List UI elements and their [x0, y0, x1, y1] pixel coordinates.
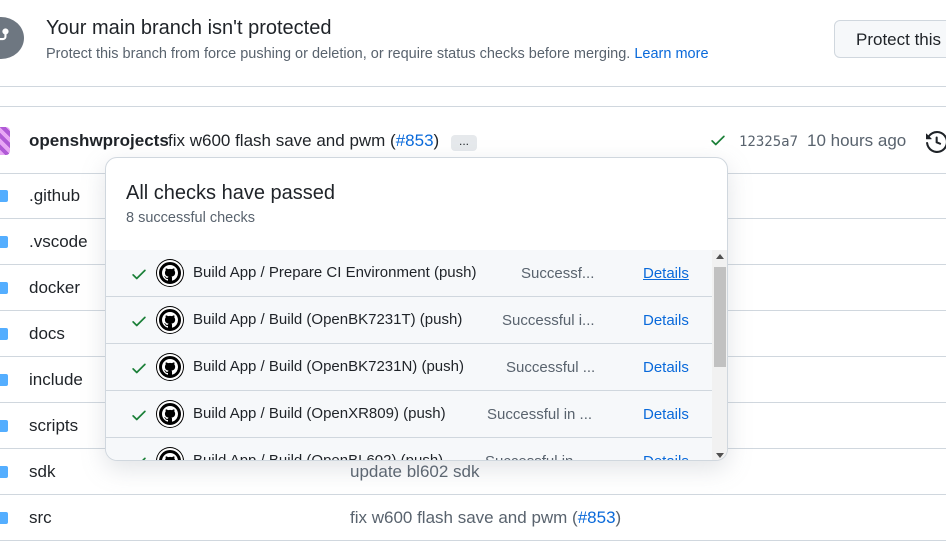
file-name[interactable]: .github [29, 186, 80, 206]
check-name: Build App / Prepare CI Environment (push… [193, 264, 477, 281]
github-logo-icon [157, 448, 183, 460]
checks-subtitle: 8 successful checks [126, 210, 255, 226]
folder-icon [0, 190, 8, 202]
check-icon[interactable] [709, 131, 727, 154]
check-row: Build App / Build (OpenBL602) (push) Suc… [106, 438, 712, 461]
commit-time: 10 hours ago [807, 131, 907, 150]
github-logo-icon [157, 401, 183, 427]
branch-protection-banner: Your main branch isn't protected Protect… [0, 0, 946, 87]
banner-description: Protect this branch from force pushing o… [46, 46, 709, 62]
file-name[interactable]: .vscode [29, 232, 88, 252]
check-status: Successful ... [506, 359, 596, 376]
check-name: Build App / Build (OpenBL602) (push) [193, 452, 444, 461]
folder-icon [0, 374, 8, 386]
check-name: Build App / Build (OpenXR809) (push) [193, 405, 446, 422]
check-details-link[interactable]: Details [643, 265, 689, 282]
check-icon [130, 265, 148, 288]
check-status: Successful in ... [487, 406, 593, 423]
checks-popover: All checks have passed 8 successful chec… [105, 157, 728, 461]
file-commit-message[interactable]: update bl602 sdk [350, 462, 480, 482]
check-status: Successf... [521, 265, 595, 282]
check-name: Build App / Build (OpenBK7231N) (push) [193, 358, 464, 375]
commit-sha[interactable]: 12325a7 [739, 134, 798, 150]
commit-author[interactable]: openshwprojects [29, 131, 169, 151]
file-commit-message[interactable]: fix w600 flash save and pwm (#853) [350, 508, 621, 528]
folder-icon [0, 420, 8, 432]
check-icon [130, 453, 148, 460]
banner-title: Your main branch isn't protected [46, 17, 332, 39]
file-row[interactable]: src fix w600 flash save and pwm (#853) [0, 495, 946, 541]
folder-icon [0, 512, 8, 524]
check-icon [130, 406, 148, 429]
checks-scrollbar[interactable] [712, 250, 727, 460]
folder-icon [0, 236, 8, 248]
history-icon[interactable] [925, 131, 946, 158]
folder-icon [0, 328, 8, 340]
file-name[interactable]: docs [29, 324, 65, 344]
banner-description-text: Protect this branch from force pushing o… [46, 46, 631, 62]
commit-message-text: fix w600 flash save and pwm ( [168, 131, 396, 150]
file-name[interactable]: scripts [29, 416, 78, 436]
check-details-link[interactable]: Details [643, 406, 689, 423]
file-commit-message-suffix: ) [615, 508, 622, 527]
protect-branch-button[interactable]: Protect this [834, 20, 946, 58]
check-row: Build App / Build (OpenBK7231T) (push) S… [106, 297, 712, 344]
file-name[interactable]: include [29, 370, 83, 390]
file-commit-message-text: fix w600 flash save and pwm ( [350, 508, 578, 527]
pr-link[interactable]: #853 [396, 131, 434, 150]
file-name[interactable]: src [29, 508, 52, 528]
check-icon [130, 312, 148, 335]
github-logo-icon [157, 307, 183, 333]
commit-message[interactable]: fix w600 flash save and pwm (#853) [168, 131, 439, 151]
pr-link[interactable]: #853 [578, 508, 616, 527]
commit-message-suffix: ) [433, 131, 440, 150]
check-details-link[interactable]: Details [643, 359, 689, 376]
check-row: Build App / Build (OpenXR809) (push) Suc… [106, 391, 712, 438]
file-name[interactable]: docker [29, 278, 80, 298]
check-icon [130, 359, 148, 382]
github-logo-icon [157, 354, 183, 380]
check-row: Build App / Build (OpenBK7231N) (push) S… [106, 344, 712, 391]
scrollbar-thumb[interactable] [714, 267, 726, 367]
check-details-link[interactable]: Details [643, 453, 689, 460]
check-name: Build App / Build (OpenBK7231T) (push) [193, 311, 463, 328]
expand-commit-button[interactable]: ... [451, 135, 477, 151]
check-row: Build App / Prepare CI Environment (push… [106, 250, 712, 297]
folder-icon [0, 282, 8, 294]
checks-list[interactable]: Build App / Prepare CI Environment (push… [106, 250, 712, 461]
scroll-up-arrow-icon[interactable] [716, 254, 724, 259]
check-details-link[interactable]: Details [643, 312, 689, 329]
scroll-down-arrow-icon[interactable] [716, 453, 724, 458]
checks-title: All checks have passed [126, 182, 336, 204]
check-status: Successful in ... [485, 453, 590, 460]
folder-icon [0, 466, 8, 478]
git-branch-icon [0, 17, 24, 59]
check-status: Successful i... [502, 312, 595, 329]
file-name[interactable]: sdk [29, 462, 55, 482]
avatar[interactable] [0, 127, 10, 155]
github-logo-icon [157, 260, 183, 286]
learn-more-link[interactable]: Learn more [634, 46, 708, 62]
